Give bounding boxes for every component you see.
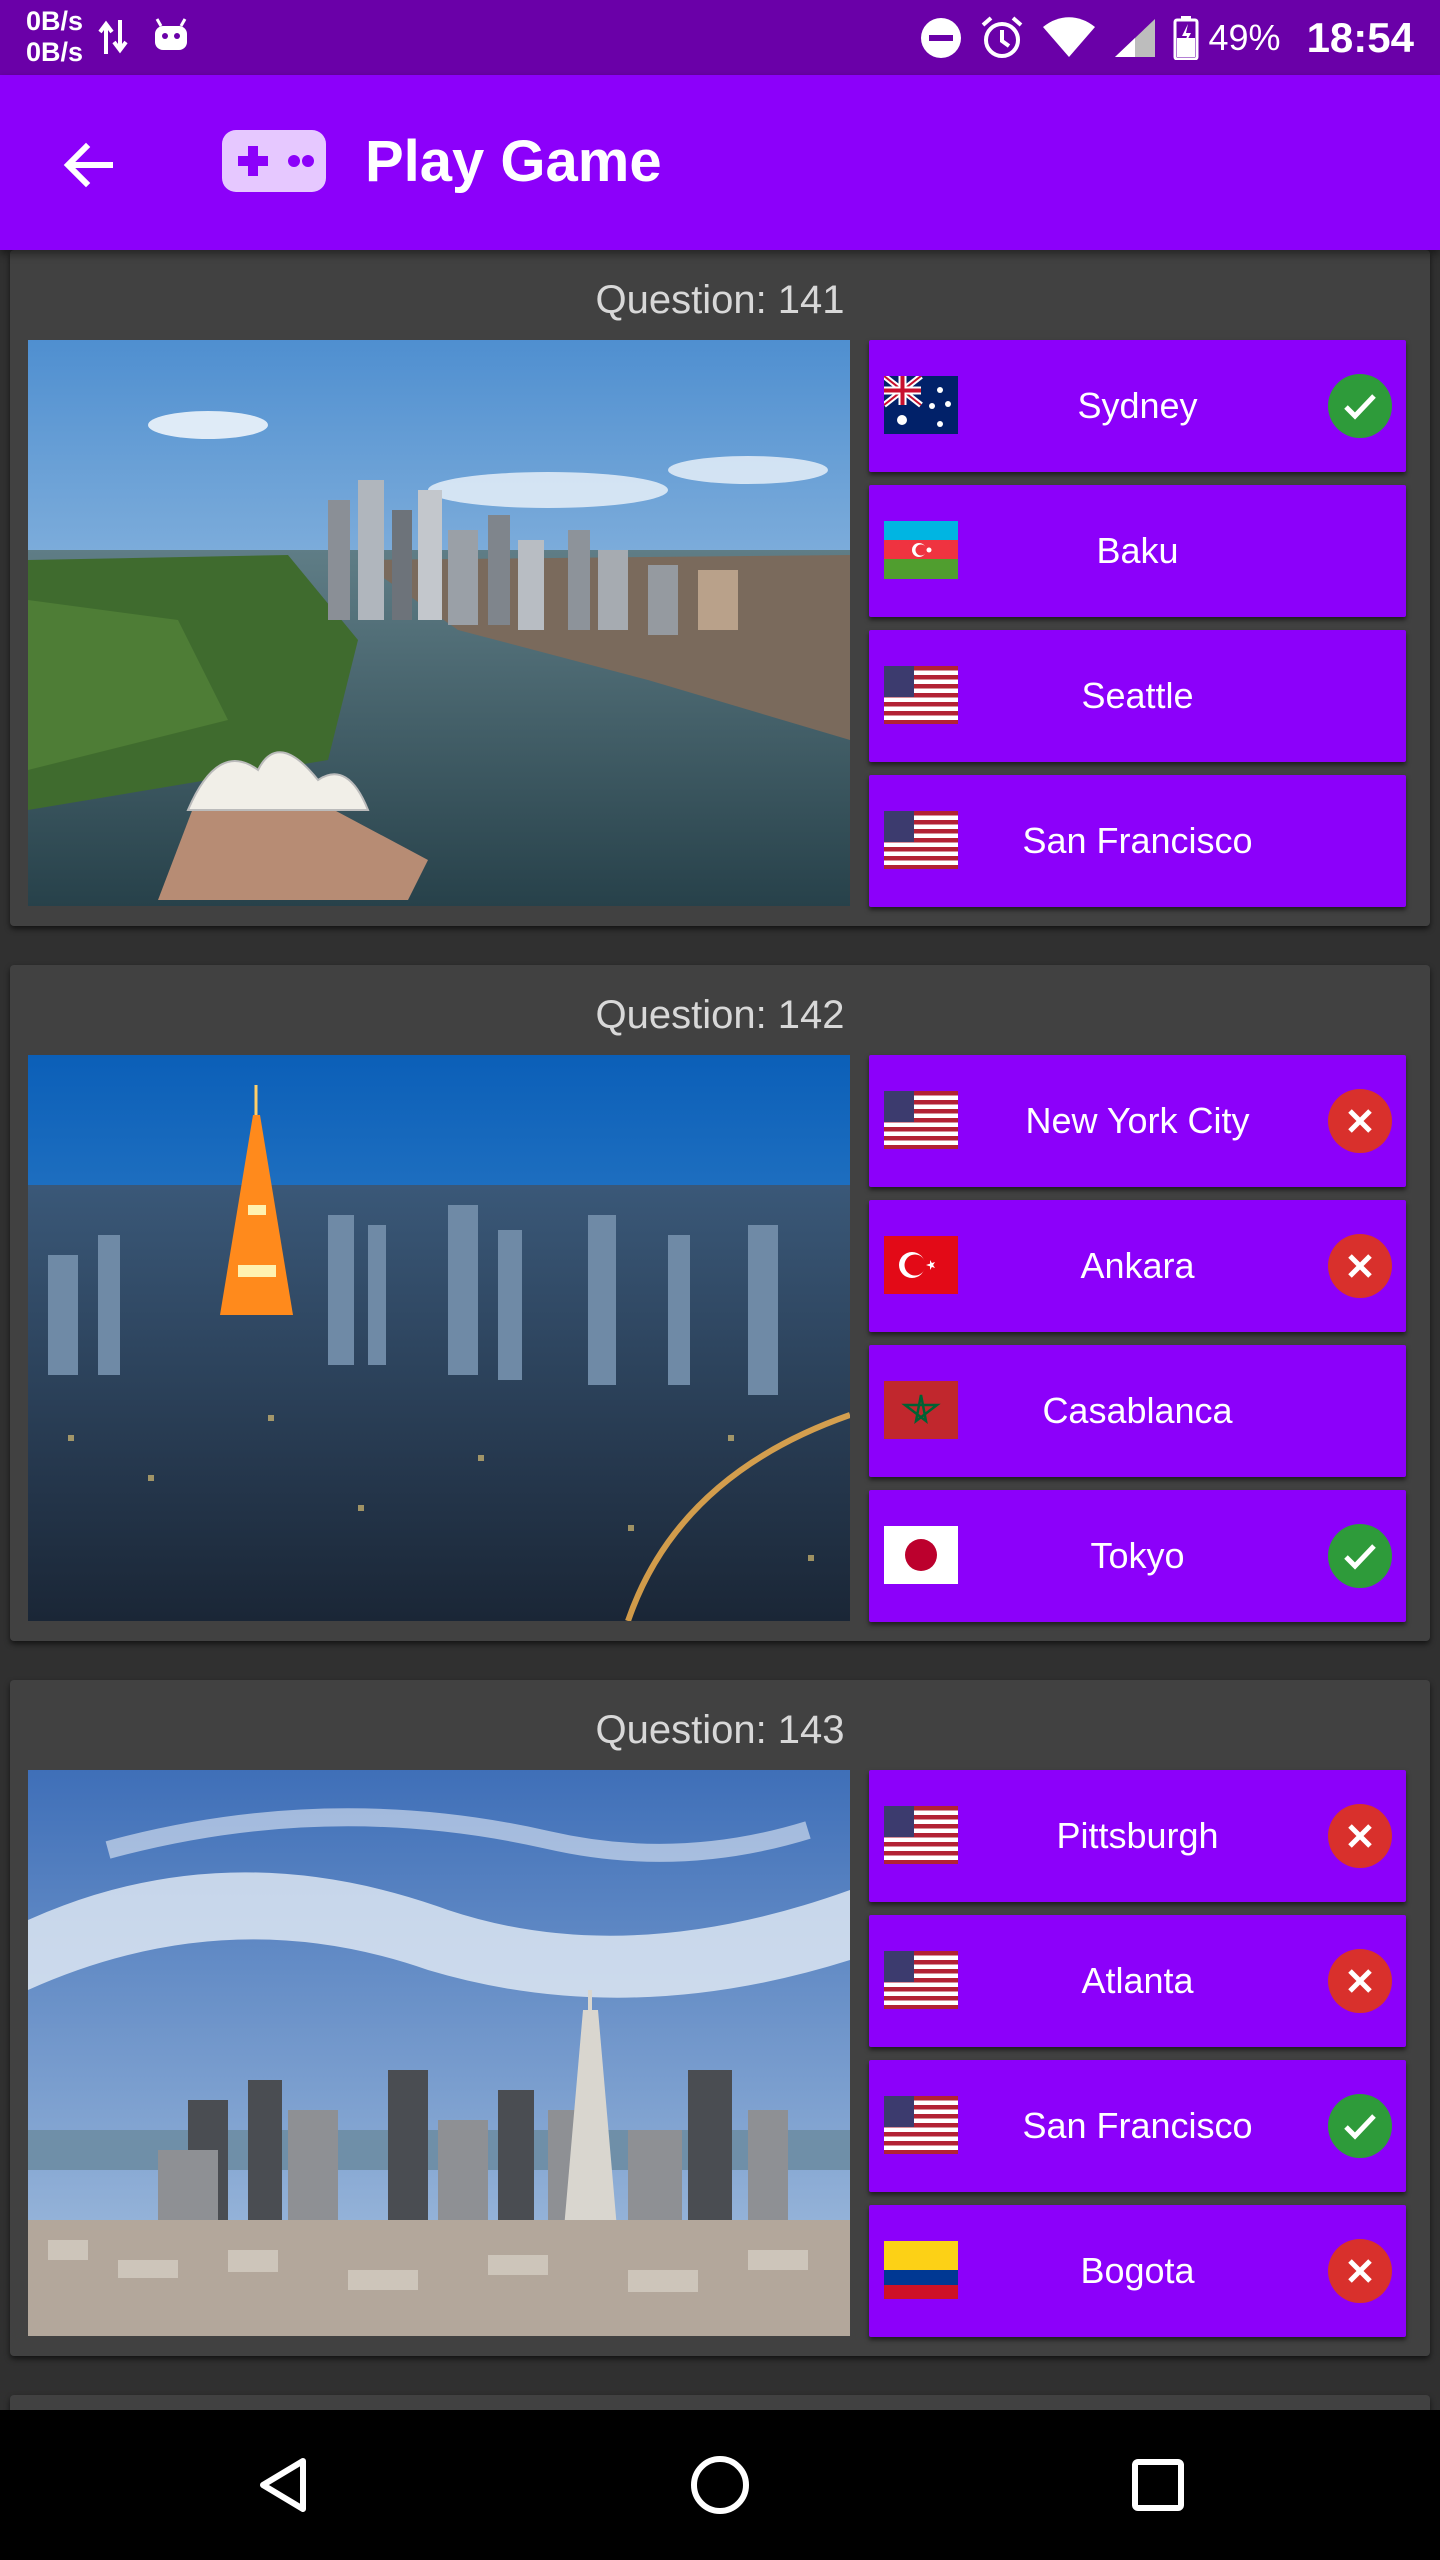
checkmark-icon xyxy=(1328,1524,1392,1588)
answer-button-sydney[interactable]: Sydney xyxy=(869,340,1406,472)
cross-icon xyxy=(1328,1804,1392,1868)
answer-button-san-francisco[interactable]: San Francisco xyxy=(869,2060,1406,2192)
battery-icon xyxy=(1173,15,1199,60)
tokyo-tower-photo xyxy=(28,1055,850,1621)
answer-label: Ankara xyxy=(1080,1245,1195,1286)
answer-label: Sydney xyxy=(1077,385,1198,426)
cross-icon xyxy=(1328,1089,1392,1153)
back-triangle-icon xyxy=(260,2458,306,2512)
navigation-bar xyxy=(0,2410,1440,2560)
nav-recents-button[interactable] xyxy=(1118,2445,1198,2525)
answer-button-seattle[interactable]: Seattle xyxy=(869,630,1406,762)
question-label: Question: 141 xyxy=(595,278,845,322)
page-title: Play Game xyxy=(365,129,662,194)
app-bar: Play Game xyxy=(0,75,1440,250)
data-transfer-icon xyxy=(98,18,128,61)
answer-button-casablanca[interactable]: Casablanca xyxy=(869,1345,1406,1477)
cross-icon xyxy=(1328,2239,1392,2303)
answer-button-new-york-city[interactable]: New York City xyxy=(869,1055,1406,1187)
turkey-flag-icon xyxy=(884,1236,958,1294)
answer-button-baku[interactable]: Baku xyxy=(869,485,1406,617)
answer-label: Bogota xyxy=(1080,2250,1195,2291)
answer-label: Seattle xyxy=(1081,675,1194,716)
answer-label: Pittsburgh xyxy=(1056,1815,1219,1856)
clock: 18:54 xyxy=(1306,13,1414,61)
sydney-harbour-photo xyxy=(28,340,850,906)
question-label: Question: 142 xyxy=(595,993,845,1037)
wifi-icon xyxy=(1041,16,1097,59)
gamepad-icon xyxy=(222,130,326,197)
cross-icon xyxy=(1328,1949,1392,2013)
usa-flag-icon xyxy=(884,811,958,869)
questions-list[interactable]: Question: 141 Sydney Baku Seattle San Fr… xyxy=(0,250,1440,2410)
nav-home-button[interactable] xyxy=(680,2445,760,2525)
answer-label: San Francisco xyxy=(1022,2105,1253,2146)
answer-button-bogota[interactable]: Bogota xyxy=(869,2205,1406,2337)
arrow-back-icon xyxy=(63,142,113,188)
signal-icon xyxy=(1113,17,1157,59)
alarm-icon xyxy=(979,15,1025,61)
nav-back-button[interactable] xyxy=(243,2445,323,2525)
answer-button-tokyo[interactable]: Tokyo xyxy=(869,1490,1406,1622)
answer-label: Atlanta xyxy=(1081,1960,1194,2001)
san-francisco-skyline-photo xyxy=(28,1770,850,2336)
morocco-flag-icon xyxy=(884,1381,958,1439)
colombia-flag-icon xyxy=(884,2241,958,2299)
do-not-disturb-icon xyxy=(919,16,963,60)
android-icon xyxy=(152,16,190,59)
usa-flag-icon xyxy=(884,2096,958,2154)
question-card: Question: 142 New York City Ankara Casab… xyxy=(10,965,1430,1641)
question-card: Question: 141 Sydney Baku Seattle San Fr… xyxy=(10,250,1430,926)
usa-flag-icon xyxy=(884,1951,958,2009)
answer-button-pittsburgh[interactable]: Pittsburgh xyxy=(869,1770,1406,1902)
home-circle-icon xyxy=(691,2456,749,2514)
question-card xyxy=(10,2395,1430,2410)
checkmark-icon xyxy=(1328,2094,1392,2158)
upload-speed: 0B/s xyxy=(26,6,84,36)
status-bar: 0B/s 0B/s 49% 18:54 xyxy=(0,0,1440,75)
usa-flag-icon xyxy=(884,1091,958,1149)
answer-label: Casablanca xyxy=(1042,1390,1233,1431)
usa-flag-icon xyxy=(884,666,958,724)
status-icons: 49% 18:54 xyxy=(903,0,1414,75)
cross-icon xyxy=(1328,1234,1392,1298)
checkmark-icon xyxy=(1328,374,1392,438)
japan-flag-icon xyxy=(884,1526,958,1584)
answer-label: Tokyo xyxy=(1090,1535,1185,1576)
question-label: Question: 143 xyxy=(595,1708,845,1752)
answer-label: New York City xyxy=(1025,1100,1250,1141)
answer-label: San Francisco xyxy=(1022,820,1253,861)
question-card: Question: 143 Pittsburgh Atlanta San Fra… xyxy=(10,1680,1430,2356)
azerbaijan-flag-icon xyxy=(884,521,958,579)
usa-flag-icon xyxy=(884,1806,958,1864)
answer-label: Baku xyxy=(1096,530,1179,571)
answer-button-atlanta[interactable]: Atlanta xyxy=(869,1915,1406,2047)
recents-square-icon xyxy=(1132,2459,1184,2511)
answer-button-ankara[interactable]: Ankara xyxy=(869,1200,1406,1332)
download-speed: 0B/s xyxy=(26,37,84,67)
australia-flag-icon xyxy=(884,376,958,434)
back-button[interactable] xyxy=(48,125,128,205)
battery-percent: 49% xyxy=(1208,16,1281,58)
answer-button-san-francisco[interactable]: San Francisco xyxy=(869,775,1406,907)
network-speed: 0B/s 0B/s xyxy=(26,6,83,68)
